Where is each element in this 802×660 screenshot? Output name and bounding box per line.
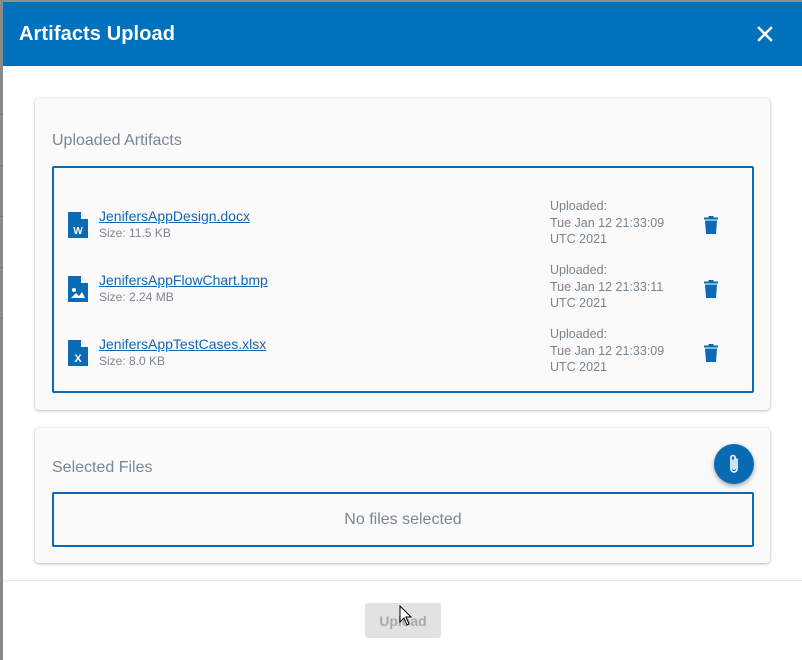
file-link[interactable]: JenifersAppDesign.docx [99, 208, 250, 224]
delete-file-button[interactable] [699, 213, 723, 237]
upload-timestamp: Uploaded: Tue Jan 12 21:33:11 UTC 2021 [550, 262, 690, 312]
uploaded-label: Uploaded: [550, 199, 607, 213]
file-size: Size: 11.5 KB [99, 226, 171, 240]
file-row: JenifersAppFlowChart.bmp Size: 2.24 MB U… [54, 262, 752, 326]
upload-timestamp: Uploaded: Tue Jan 12 21:33:09 UTC 2021 [550, 326, 690, 376]
uploaded-tz-year: UTC 2021 [550, 360, 607, 374]
uploaded-label: Uploaded: [550, 327, 607, 341]
selected-files-title: Selected Files [52, 459, 153, 476]
delete-file-button[interactable] [699, 277, 723, 301]
uploaded-date: Tue Jan 12 21:33:09 [550, 343, 665, 358]
file-size: Size: 8.0 KB [99, 354, 166, 368]
dialog-header: Artifacts Upload [3, 2, 802, 66]
upload-button[interactable]: Upload [365, 603, 441, 638]
uploaded-tz-year: UTC 2021 [550, 296, 607, 310]
uploaded-date: Tue Jan 12 21:33:09 [550, 215, 665, 230]
uploaded-artifacts-card: Uploaded Artifacts W JenifersAppDesign.d… [35, 98, 770, 410]
image-file-icon [68, 276, 88, 302]
uploaded-files-list: W JenifersAppDesign.docx Size: 11.5 KB U… [52, 166, 754, 393]
uploaded-label: Uploaded: [550, 263, 607, 277]
svg-text:W: W [73, 226, 83, 237]
upload-timestamp: Uploaded: Tue Jan 12 21:33:09 UTC 2021 [550, 198, 690, 248]
artifacts-upload-dialog: Artifacts Upload Uploaded Artifacts W Je… [3, 2, 802, 660]
file-row: W JenifersAppDesign.docx Size: 11.5 KB U… [54, 198, 752, 262]
svg-text:X: X [74, 353, 82, 365]
dialog-title: Artifacts Upload [19, 22, 176, 45]
file-link[interactable]: JenifersAppFlowChart.bmp [99, 272, 268, 288]
attach-file-button[interactable] [714, 444, 754, 484]
file-link[interactable]: JenifersAppTestCases.xlsx [99, 336, 266, 352]
selected-files-card: Selected Files No files selected [35, 428, 770, 563]
close-icon [757, 26, 773, 42]
trash-icon [704, 280, 718, 298]
footer-divider [3, 580, 802, 581]
uploaded-tz-year: UTC 2021 [550, 232, 607, 246]
uploaded-date: Tue Jan 12 21:33:11 [550, 279, 664, 294]
file-row: X JenifersAppTestCases.xlsx Size: 8.0 KB… [54, 326, 752, 390]
paperclip-icon [730, 454, 738, 473]
close-button[interactable] [752, 21, 778, 47]
trash-icon [704, 216, 718, 234]
trash-icon [704, 344, 718, 362]
excel-file-icon: X [68, 340, 88, 366]
uploaded-artifacts-title: Uploaded Artifacts [52, 132, 182, 149]
word-file-icon: W [68, 212, 88, 238]
selected-files-dropzone[interactable]: No files selected [52, 492, 754, 547]
empty-state-text: No files selected [344, 510, 462, 528]
file-size: Size: 2.24 MB [99, 290, 174, 304]
delete-file-button[interactable] [699, 341, 723, 365]
